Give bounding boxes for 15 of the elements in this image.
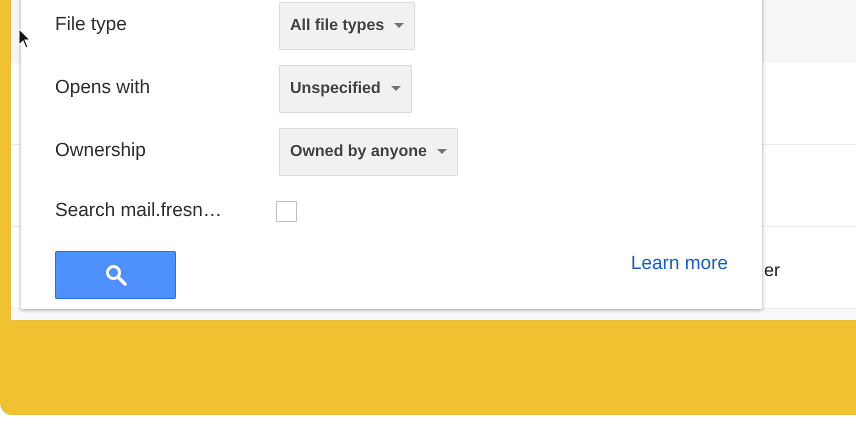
filter-dropdown[interactable]: Unspecified [279,64,412,112]
filter-label: File type [55,13,128,38]
caret-icon [390,86,401,91]
filter-label: Opens with [55,76,152,100]
checkbox[interactable] [276,200,297,222]
caret-icon [436,149,447,154]
learn-more-link[interactable]: Learn more [630,250,728,278]
filter-label: Ownership [55,139,147,164]
caret-icon [394,23,404,28]
search-button[interactable] [55,251,176,299]
file-name: er [764,259,780,282]
checkbox-label: Search mail.fresn… [55,198,223,223]
filter-dropdown[interactable]: All file types [279,2,416,50]
search-icon [104,264,126,286]
filter-dropdown[interactable]: Owned by anyone [279,128,458,176]
